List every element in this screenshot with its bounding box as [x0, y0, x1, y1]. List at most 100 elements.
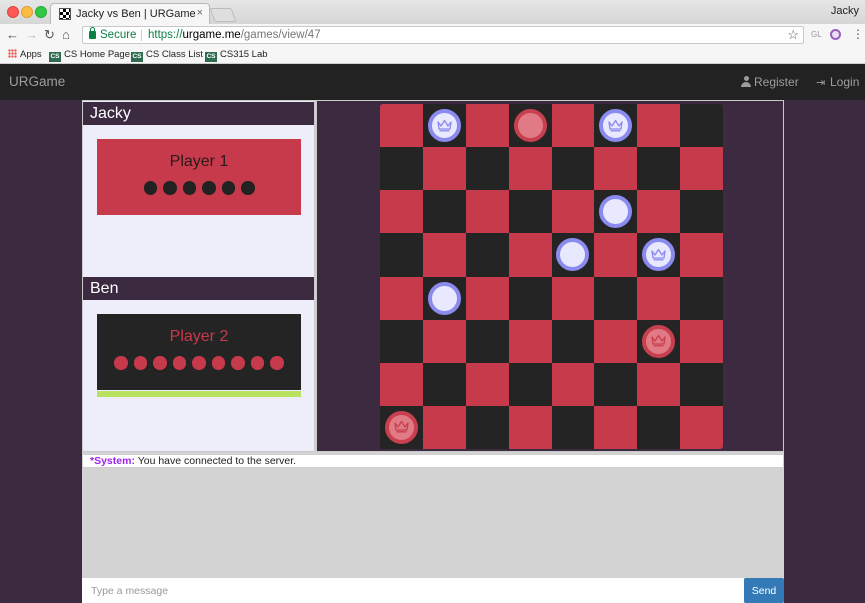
board-square[interactable] — [551, 147, 595, 191]
login-link[interactable]: ⇥ Login — [816, 75, 859, 89]
board-square[interactable] — [551, 319, 595, 363]
board-square[interactable] — [680, 362, 723, 406]
board-square[interactable] — [594, 276, 638, 320]
bookmark-cs-home-page[interactable]: CS CS Home Page — [49, 49, 130, 62]
board-square[interactable] — [637, 276, 681, 320]
blue-checker[interactable] — [599, 195, 633, 229]
board-square[interactable] — [637, 104, 681, 148]
board-square[interactable] — [680, 147, 723, 191]
board-square[interactable] — [422, 276, 466, 320]
send-button[interactable]: Send — [744, 578, 784, 603]
board-square[interactable] — [465, 319, 509, 363]
brand-link[interactable]: URGame — [9, 74, 65, 89]
board-square[interactable] — [551, 362, 595, 406]
board-square[interactable] — [637, 233, 681, 277]
board-square[interactable] — [380, 276, 423, 320]
board-square[interactable] — [508, 147, 552, 191]
maximize-window-button[interactable] — [35, 6, 47, 18]
board-square[interactable] — [594, 319, 638, 363]
board-square[interactable] — [422, 104, 466, 148]
forward-arrow-icon[interactable]: → — [25, 27, 38, 43]
browser-tab[interactable]: Jacky vs Ben | URGame × — [50, 3, 210, 24]
minimize-window-button[interactable] — [21, 6, 33, 18]
board-square[interactable] — [637, 147, 681, 191]
board-square[interactable] — [465, 405, 509, 449]
board-square[interactable] — [380, 190, 423, 234]
board-square[interactable] — [680, 319, 723, 363]
board-square[interactable] — [508, 276, 552, 320]
blue-king-checker[interactable] — [427, 109, 461, 143]
red-king-checker[interactable] — [642, 324, 676, 358]
board-square[interactable] — [465, 190, 509, 234]
board-square[interactable] — [551, 276, 595, 320]
board-square[interactable] — [594, 233, 638, 277]
reload-icon[interactable]: ↻ — [44, 27, 55, 43]
board-square[interactable] — [637, 319, 681, 363]
tab-close-icon[interactable]: × — [197, 7, 203, 19]
extension-icon[interactable] — [830, 29, 841, 40]
board-square[interactable] — [465, 276, 509, 320]
blue-king-checker[interactable] — [599, 109, 633, 143]
board-square[interactable] — [594, 104, 638, 148]
board-square[interactable] — [551, 233, 595, 277]
chat-message-input[interactable] — [82, 578, 744, 603]
new-tab-button[interactable] — [209, 8, 237, 22]
board-square[interactable] — [594, 362, 638, 406]
profile-name[interactable]: Jacky — [831, 5, 859, 17]
board-square[interactable] — [637, 362, 681, 406]
board-square[interactable] — [594, 405, 638, 449]
bookmark-cs-class-list[interactable]: CS CS Class List — [131, 49, 203, 62]
red-king-checker[interactable] — [384, 410, 418, 444]
board-square[interactable] — [680, 276, 723, 320]
board-square[interactable] — [465, 104, 509, 148]
board-square[interactable] — [508, 405, 552, 449]
board-square[interactable] — [465, 362, 509, 406]
board-square[interactable] — [680, 405, 723, 449]
blue-checker[interactable] — [427, 281, 461, 315]
board-square[interactable] — [422, 190, 466, 234]
board-square[interactable] — [422, 233, 466, 277]
board-square[interactable] — [680, 233, 723, 277]
board-square[interactable] — [380, 233, 423, 277]
board-square[interactable] — [508, 233, 552, 277]
board-square[interactable] — [422, 147, 466, 191]
url-text[interactable]: https://urgame.me/games/view/47 — [148, 27, 321, 43]
board-square[interactable] — [680, 190, 723, 234]
board-square[interactable] — [637, 405, 681, 449]
blue-checker[interactable] — [556, 238, 590, 272]
back-arrow-icon[interactable]: ← — [6, 27, 19, 43]
board-square[interactable] — [680, 104, 723, 148]
blue-king-checker[interactable] — [642, 238, 676, 272]
close-window-button[interactable] — [7, 6, 19, 18]
bookmark-apps[interactable]: Apps — [8, 49, 42, 61]
board-square[interactable] — [637, 190, 681, 234]
board-square[interactable] — [465, 147, 509, 191]
board-square[interactable] — [422, 362, 466, 406]
board-square[interactable] — [508, 319, 552, 363]
board-square[interactable] — [508, 104, 552, 148]
register-link[interactable]: Register — [741, 75, 799, 89]
browser-menu-icon[interactable]: ⋮ — [852, 27, 864, 41]
board-square[interactable] — [380, 104, 423, 148]
board-square[interactable] — [594, 147, 638, 191]
board-square[interactable] — [465, 233, 509, 277]
bookmark-cs315-lab[interactable]: CS CS315 Lab — [205, 49, 268, 62]
board-square[interactable] — [551, 190, 595, 234]
bookmark-star-icon[interactable]: ☆ — [787, 27, 799, 43]
red-checker[interactable] — [513, 109, 547, 143]
address-bar[interactable]: Secure https://urgame.me/games/view/47 ☆ — [82, 26, 804, 44]
board-square[interactable] — [380, 319, 423, 363]
gl-extension-icon[interactable]: GL — [811, 30, 822, 39]
board-square[interactable] — [422, 405, 466, 449]
board-square[interactable] — [551, 104, 595, 148]
board-square[interactable] — [380, 362, 423, 406]
board-square[interactable] — [594, 190, 638, 234]
home-icon[interactable]: ⌂ — [62, 27, 70, 43]
board-square[interactable] — [380, 405, 423, 449]
board-square[interactable] — [422, 319, 466, 363]
checkers-board[interactable] — [380, 104, 723, 449]
board-square[interactable] — [508, 190, 552, 234]
board-square[interactable] — [380, 147, 423, 191]
board-square[interactable] — [508, 362, 552, 406]
board-square[interactable] — [551, 405, 595, 449]
